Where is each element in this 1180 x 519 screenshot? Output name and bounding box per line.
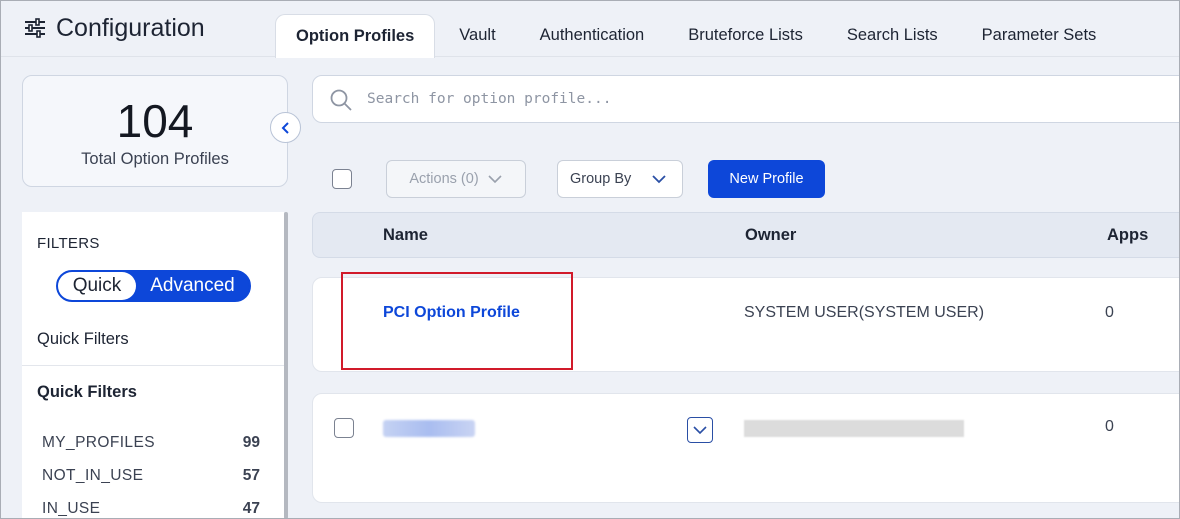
redacted-owner [744, 420, 964, 437]
row-checkbox[interactable] [334, 418, 354, 438]
tab-bar: Option Profiles Vault Authentication Bru… [275, 14, 1117, 58]
top-header: Configuration Option Profiles Vault Auth… [0, 0, 1180, 58]
group-by-label: Group By [570, 171, 632, 187]
table-row[interactable]: PCI Option Profile SYSTEM USER(SYSTEM US… [312, 277, 1180, 372]
filters-scrollbar[interactable] [284, 212, 288, 519]
toggle-quick[interactable]: Quick [58, 272, 136, 300]
redacted-profile-name [383, 420, 475, 437]
new-profile-button[interactable]: New Profile [708, 160, 825, 198]
expand-row-button[interactable] [687, 417, 713, 443]
group-by-dropdown[interactable]: Group By [557, 160, 683, 198]
total-count: 104 [116, 95, 194, 147]
divider [22, 365, 284, 366]
profile-apps-count: 0 [1105, 418, 1114, 435]
quick-filters-subheading: Quick Filters [37, 383, 137, 401]
table-row[interactable]: 0 [312, 393, 1180, 503]
chevron-down-icon [652, 175, 666, 184]
column-header-owner[interactable]: Owner [745, 226, 796, 245]
select-all-checkbox[interactable] [332, 169, 352, 189]
quick-filters-heading: Quick Filters [37, 330, 129, 348]
filter-item-in-use[interactable]: IN_USE 47 [42, 492, 260, 519]
tab-bruteforce-lists[interactable]: Bruteforce Lists [668, 14, 823, 57]
filters-panel: FILTERS Quick Advanced Quick Filters Qui… [22, 212, 284, 519]
tab-parameter-sets[interactable]: Parameter Sets [962, 14, 1117, 57]
column-header-name[interactable]: Name [383, 226, 428, 245]
profile-name-link[interactable]: PCI Option Profile [383, 304, 520, 322]
search-input[interactable] [367, 86, 1147, 112]
filter-name: MY_PROFILES [42, 433, 155, 451]
filter-mode-toggle: Quick Advanced [56, 270, 251, 302]
collapse-sidebar-button[interactable] [270, 112, 301, 143]
tab-option-profiles[interactable]: Option Profiles [275, 14, 436, 58]
total-count-label: Total Option Profiles [81, 150, 229, 168]
quick-filter-list: MY_PROFILES 99 NOT_IN_USE 57 IN_USE 47 [42, 426, 260, 519]
tab-authentication[interactable]: Authentication [520, 14, 665, 57]
filter-count: 47 [242, 499, 260, 517]
filter-item-my-profiles[interactable]: MY_PROFILES 99 [42, 426, 260, 459]
table-header: Name Owner Apps [312, 212, 1180, 258]
filters-title: FILTERS [37, 235, 100, 252]
settings-sliders-icon [25, 18, 45, 38]
actions-label: Actions (0) [409, 171, 479, 187]
filter-count: 57 [242, 466, 260, 484]
chevron-left-icon [281, 121, 289, 134]
search-box [312, 75, 1180, 123]
toggle-advanced[interactable]: Advanced [136, 272, 249, 300]
search-icon [330, 89, 352, 111]
profile-owner: SYSTEM USER(SYSTEM USER) [744, 304, 985, 321]
total-profiles-card: 104 Total Option Profiles [22, 75, 288, 187]
page-title: Configuration [56, 14, 205, 42]
actions-dropdown[interactable]: Actions (0) [386, 160, 526, 198]
filter-name: IN_USE [42, 499, 101, 517]
filter-item-not-in-use[interactable]: NOT_IN_USE 57 [42, 459, 260, 492]
chevron-down-icon [693, 425, 707, 434]
filter-count: 99 [242, 433, 260, 451]
column-header-apps[interactable]: Apps [1107, 226, 1148, 245]
tab-search-lists[interactable]: Search Lists [827, 14, 958, 57]
profile-apps-count: 0 [1105, 304, 1114, 321]
tab-vault[interactable]: Vault [439, 14, 515, 57]
filter-name: NOT_IN_USE [42, 466, 144, 484]
chevron-down-icon [488, 175, 502, 184]
